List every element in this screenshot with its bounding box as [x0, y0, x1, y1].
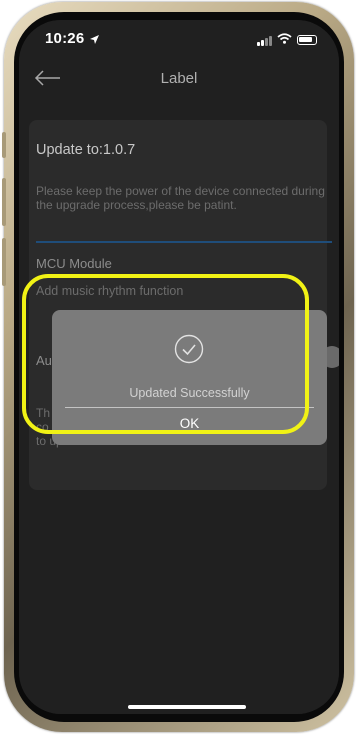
update-version-title: Update to:1.0.7	[36, 142, 136, 158]
status-time: 10:26	[45, 30, 85, 47]
app-screen: 10:26 Label Update to:1.0.7 Please keep …	[19, 20, 339, 714]
dialog-message: Updated Successfully	[129, 386, 250, 400]
wifi-icon	[277, 31, 292, 49]
dialog-divider	[65, 407, 314, 408]
home-indicator[interactable]	[128, 705, 246, 709]
volume-up-button	[2, 178, 6, 226]
location-arrow-icon	[89, 32, 100, 50]
success-dialog: Updated Successfully OK	[52, 310, 327, 445]
status-icons	[257, 31, 317, 49]
volume-down-button	[2, 238, 6, 286]
module-description: Add music rhythm function	[36, 284, 184, 298]
cellular-signal-icon	[257, 35, 272, 46]
auto-update-label: Au	[36, 353, 52, 368]
battery-icon	[297, 35, 317, 45]
status-bar: 10:26	[19, 20, 339, 56]
module-title: MCU Module	[36, 256, 112, 271]
page-title: Label	[160, 70, 198, 87]
mute-switch	[2, 132, 6, 158]
nav-bar: Label	[19, 58, 339, 98]
ok-button[interactable]: OK	[65, 409, 314, 439]
update-progress-line	[36, 241, 332, 243]
update-description: Please keep the power of the device conn…	[36, 184, 325, 212]
check-circle-icon	[174, 334, 204, 364]
